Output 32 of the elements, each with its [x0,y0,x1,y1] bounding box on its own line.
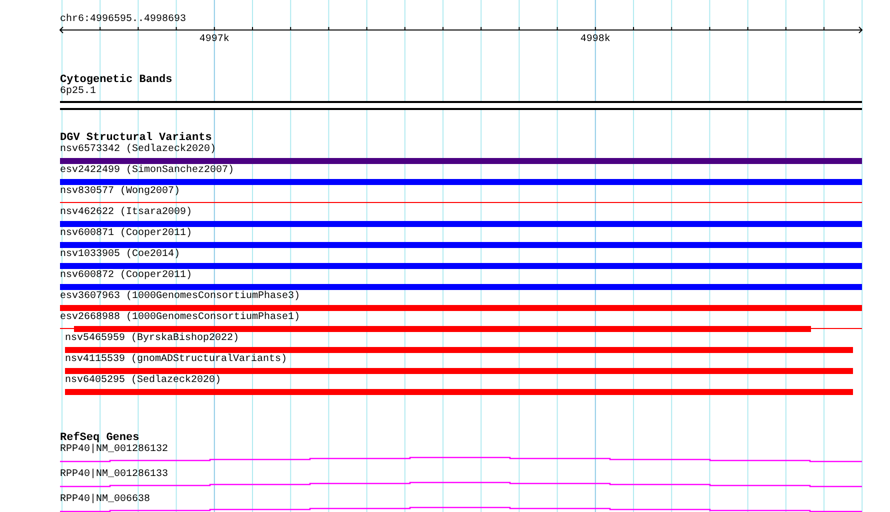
tick-label: 4997k [199,34,230,46]
tick-label: 4998k [580,34,610,46]
variant-label: nsv5465959 (ByrskaBishop2022) [65,333,240,345]
variant-label: nsv6405295 (Sedlazeck2020) [65,375,222,387]
track-title: DGV Structural Variants [60,132,212,144]
variant-bar[interactable] [60,220,862,226]
variant-bar[interactable] [60,284,862,290]
band-label: 6p25.1 [60,86,98,98]
variant-label: esv3607963 (1000GenomesConsortiumPhase3) [60,291,302,303]
variant-label: nsv4115539 (gnomADStructuralVariants) [65,354,288,366]
variant-bar[interactable] [60,158,862,164]
variant-label: nsv1033905 (Coe2014) [60,249,182,261]
gene-line-drawing[interactable] [60,456,862,462]
gene-line-drawing[interactable] [60,506,862,512]
variant-bar[interactable] [60,178,862,184]
variant-label: nsv462622 (Itsara2009) [60,207,194,219]
variant-label: nsv600871 (Cooper2011) [60,228,194,240]
variant-label: esv2668988 (1000GenomesConsortiumPhase1) [60,312,302,324]
gene-label: RPP40|NM_001286133 [60,469,170,481]
variant-bar[interactable] [60,242,862,248]
band-bar[interactable] [60,101,862,110]
track-title: RefSeq Genes [60,432,140,444]
variant-label: nsv830577 (Wong2007) [60,186,182,198]
variant-bar[interactable] [60,262,862,268]
gene-line-drawing[interactable] [60,482,862,488]
location-label: chr6:4996595..4998693 [60,14,188,26]
variant-label: nsv6573342 (Sedlazeck2020) [60,144,218,156]
gene-label: RPP40|NM_001286132 [60,444,170,456]
gene-label: RPP40|NM_006638 [60,494,152,506]
variant-label: nsv600872 (Cooper2011) [60,270,194,282]
variant-label: esv2422499 (SimonSanchez2007) [60,165,236,177]
track-title: Cytogenetic Bands [60,74,174,86]
